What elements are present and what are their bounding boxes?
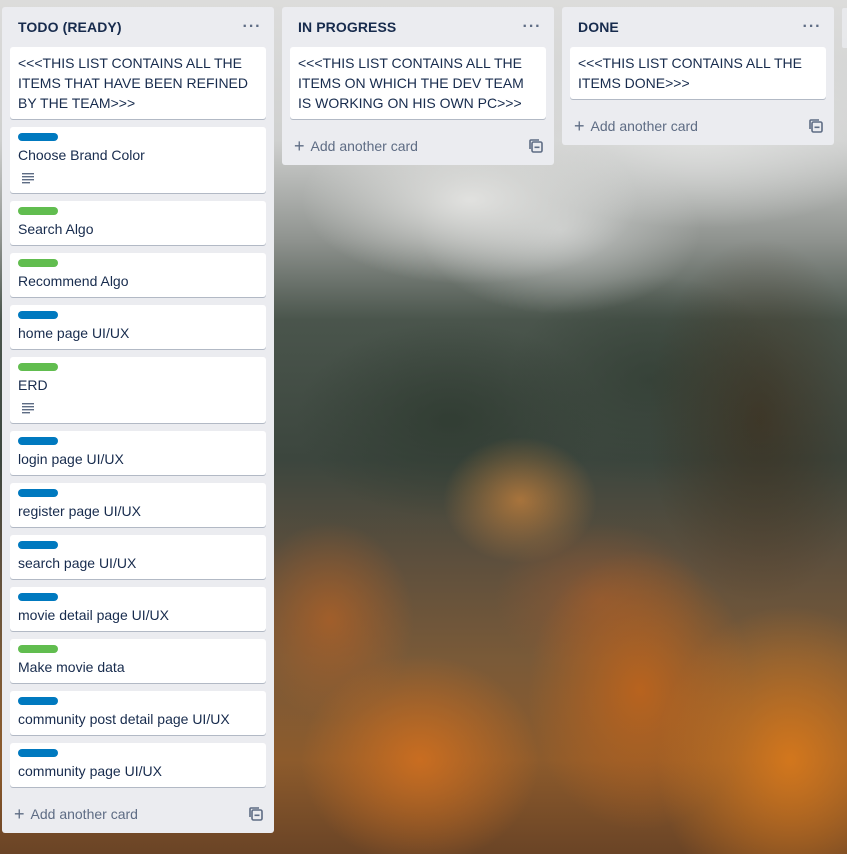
card-template-icon[interactable] — [248, 806, 264, 822]
card-title: login page UI/UX — [18, 451, 124, 467]
card[interactable]: <<<THIS LIST CONTAINS ALL THE ITEMS DONE… — [570, 47, 826, 99]
more-horizontal-icon[interactable]: ··· — [520, 15, 544, 39]
card-list: <<<THIS LIST CONTAINS ALL THE ITEMS DONE… — [562, 47, 834, 99]
card-label[interactable] — [18, 697, 58, 705]
card-label[interactable] — [18, 259, 58, 267]
card-template-icon[interactable] — [528, 138, 544, 154]
card[interactable]: <<<THIS LIST CONTAINS ALL THE ITEMS ON W… — [290, 47, 546, 119]
card[interactable]: login page UI/UX — [10, 431, 266, 475]
card[interactable]: search page UI/UX — [10, 535, 266, 579]
card[interactable]: <<<THIS LIST CONTAINS ALL THE ITEMS THAT… — [10, 47, 266, 119]
list-footer: + Add another card — [562, 107, 834, 145]
list-header: TODO (READY) ··· — [2, 7, 274, 47]
card-label[interactable] — [18, 437, 58, 445]
card-label[interactable] — [18, 645, 58, 653]
card-title: register page UI/UX — [18, 503, 141, 519]
card-label[interactable] — [18, 311, 58, 319]
more-horizontal-icon[interactable]: ··· — [240, 15, 264, 39]
card-label[interactable] — [18, 207, 58, 215]
card-label[interactable] — [18, 133, 58, 141]
list-todo-ready: TODO (READY) ··· <<<THIS LIST CONTAINS A… — [2, 7, 274, 833]
card-title: Choose Brand Color — [18, 147, 145, 163]
description-lines-icon — [22, 403, 34, 414]
card[interactable]: home page UI/UX — [10, 305, 266, 349]
more-horizontal-icon[interactable]: ··· — [800, 15, 824, 39]
card-title: ERD — [18, 377, 48, 393]
card-title: <<<THIS LIST CONTAINS ALL THE ITEMS ON W… — [298, 55, 524, 111]
list-footer: + Add another card — [2, 795, 274, 833]
add-card-label: Add another card — [590, 118, 698, 134]
card-label[interactable] — [18, 749, 58, 757]
add-card-label: Add another card — [310, 138, 418, 154]
list-title[interactable]: IN PROGRESS — [298, 19, 396, 35]
list-header: DONE ··· — [562, 7, 834, 47]
card[interactable]: Recommend Algo — [10, 253, 266, 297]
card-title: Recommend Algo — [18, 273, 129, 289]
card-label[interactable] — [18, 489, 58, 497]
card-title: <<<THIS LIST CONTAINS ALL THE ITEMS THAT… — [18, 55, 249, 111]
list-in-progress: IN PROGRESS ··· <<<THIS LIST CONTAINS AL… — [282, 7, 554, 165]
list-header: IN PROGRESS ··· — [282, 7, 554, 47]
card-list: <<<THIS LIST CONTAINS ALL THE ITEMS THAT… — [2, 47, 274, 787]
card[interactable]: register page UI/UX — [10, 483, 266, 527]
card-title: <<<THIS LIST CONTAINS ALL THE ITEMS DONE… — [578, 55, 802, 91]
add-card-label: Add another card — [30, 806, 138, 822]
card-title: home page UI/UX — [18, 325, 130, 341]
card-title: movie detail page UI/UX — [18, 607, 169, 623]
card[interactable]: ERD — [10, 357, 266, 423]
plus-icon: + — [574, 116, 585, 136]
card-title: Make movie data — [18, 659, 125, 675]
next-list-edge[interactable] — [842, 8, 847, 48]
card[interactable]: Choose Brand Color — [10, 127, 266, 193]
card[interactable]: community page UI/UX — [10, 743, 266, 787]
card[interactable]: community post detail page UI/UX — [10, 691, 266, 735]
list-done: DONE ··· <<<THIS LIST CONTAINS ALL THE I… — [562, 7, 834, 145]
list-title[interactable]: DONE — [578, 19, 619, 35]
card-label[interactable] — [18, 593, 58, 601]
card-title: community page UI/UX — [18, 763, 162, 779]
card-list: <<<THIS LIST CONTAINS ALL THE ITEMS ON W… — [282, 47, 554, 119]
plus-icon: + — [14, 804, 25, 824]
add-card-button[interactable]: + Add another card — [574, 117, 698, 135]
card[interactable]: movie detail page UI/UX — [10, 587, 266, 631]
add-card-button[interactable]: + Add another card — [294, 137, 418, 155]
card[interactable]: Make movie data — [10, 639, 266, 683]
card-title: community post detail page UI/UX — [18, 711, 230, 727]
plus-icon: + — [294, 136, 305, 156]
list-footer: + Add another card — [282, 127, 554, 165]
card-template-icon[interactable] — [808, 118, 824, 134]
card-label[interactable] — [18, 363, 58, 371]
description-lines-icon — [22, 173, 34, 184]
card-title: Search Algo — [18, 221, 94, 237]
card-title: search page UI/UX — [18, 555, 137, 571]
card-label[interactable] — [18, 541, 58, 549]
list-title[interactable]: TODO (READY) — [18, 19, 122, 35]
add-card-button[interactable]: + Add another card — [14, 805, 138, 823]
card[interactable]: Search Algo — [10, 201, 266, 245]
